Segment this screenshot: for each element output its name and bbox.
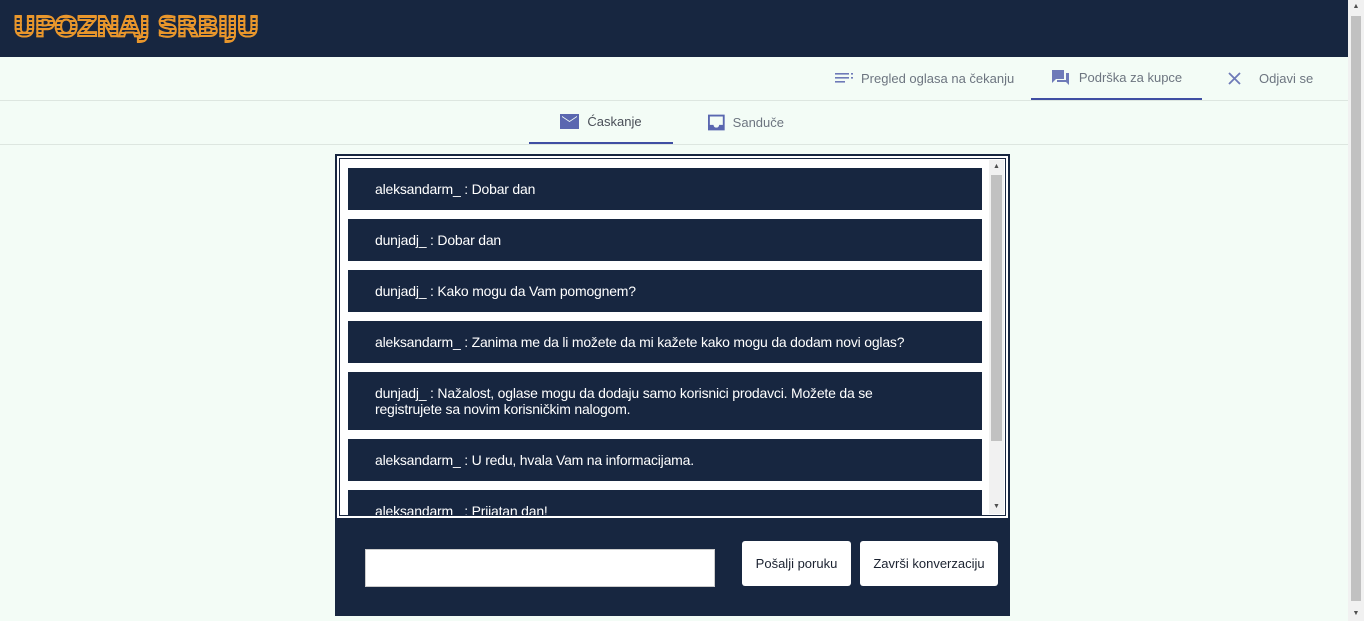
- chat-scrollbar[interactable]: ▲ ▼: [989, 160, 1004, 514]
- nav-item-label: Pregled oglasa na čekanju: [861, 71, 1015, 86]
- chat-message: aleksandarm_ : U redu, hvala Vam na info…: [348, 439, 982, 481]
- nav-item-pending-ads[interactable]: Pregled oglasa na čekanju: [835, 57, 1014, 100]
- tab-label: Sandučе: [732, 115, 784, 130]
- scroll-up-arrow-icon[interactable]: ▲: [989, 160, 1004, 174]
- send-message-button[interactable]: Pošalji poruku: [742, 541, 851, 586]
- scroll-up-arrow-icon[interactable]: ▲: [1348, 0, 1364, 14]
- message-composer: Pošalji poruku Završi konverzaciju: [335, 520, 1010, 616]
- top-bar: UPOZNAJ SRBIJU: [0, 0, 1348, 57]
- scrollbar-thumb[interactable]: [1351, 16, 1361, 601]
- nav-item-label: Podrška za kupce: [1078, 70, 1183, 85]
- chat-message: dunjadj_ : Nažalost, oglase mogu da doda…: [348, 372, 982, 430]
- chat-window: aleksandarm_ : Dobar dan dunjadj_ : Doba…: [337, 156, 1008, 518]
- list-icon: [835, 72, 853, 83]
- message-input[interactable]: [365, 549, 715, 587]
- scroll-down-arrow-icon[interactable]: ▼: [989, 500, 1004, 514]
- chat-message: aleksandarm_ : Zanima me da li možete da…: [348, 321, 982, 363]
- scrollbar-thumb[interactable]: [991, 175, 1002, 441]
- chat-icon: [1051, 70, 1069, 85]
- chat-message: aleksandarm_ : Dobar dan: [348, 168, 982, 210]
- nav-item-label: Odjavi se: [1259, 71, 1314, 86]
- site-logo[interactable]: UPOZNAJ SRBIJU: [12, 9, 260, 44]
- message-area[interactable]: aleksandarm_ : Dobar dan dunjadj_ : Doba…: [339, 158, 1006, 516]
- tab-label: Ćaskanje: [587, 114, 642, 129]
- chat-panel: aleksandarm_ : Dobar dan dunjadj_ : Doba…: [335, 154, 1010, 520]
- tab-inbox[interactable]: Sandučе: [708, 101, 784, 144]
- inbox-icon: [708, 114, 725, 131]
- main-nav: Pregled oglasa na čekanju Podrška za kup…: [0, 57, 1348, 101]
- chat-message: aleksandarm_ : Prijatan dan!: [348, 490, 982, 515]
- mail-icon: [560, 114, 580, 129]
- page-scrollbar[interactable]: ▲ ▼: [1348, 0, 1364, 621]
- tab-chat[interactable]: Ćaskanje: [529, 101, 673, 144]
- close-icon: [1228, 72, 1241, 85]
- chat-message: dunjadj_ : Dobar dan: [348, 219, 982, 261]
- nav-item-customer-support[interactable]: Podrška za kupce: [1031, 57, 1202, 100]
- message-list: aleksandarm_ : Dobar dan dunjadj_ : Doba…: [348, 168, 982, 515]
- scroll-down-arrow-icon[interactable]: ▼: [1348, 607, 1364, 621]
- nav-item-logout[interactable]: Odjavi se: [1228, 57, 1313, 100]
- chat-message: dunjadj_ : Kako mogu da Vam pomognem?: [348, 270, 982, 312]
- tab-bar: Ćaskanje Sandučе: [0, 101, 1348, 145]
- end-conversation-button[interactable]: Završi konverzaciju: [860, 541, 998, 586]
